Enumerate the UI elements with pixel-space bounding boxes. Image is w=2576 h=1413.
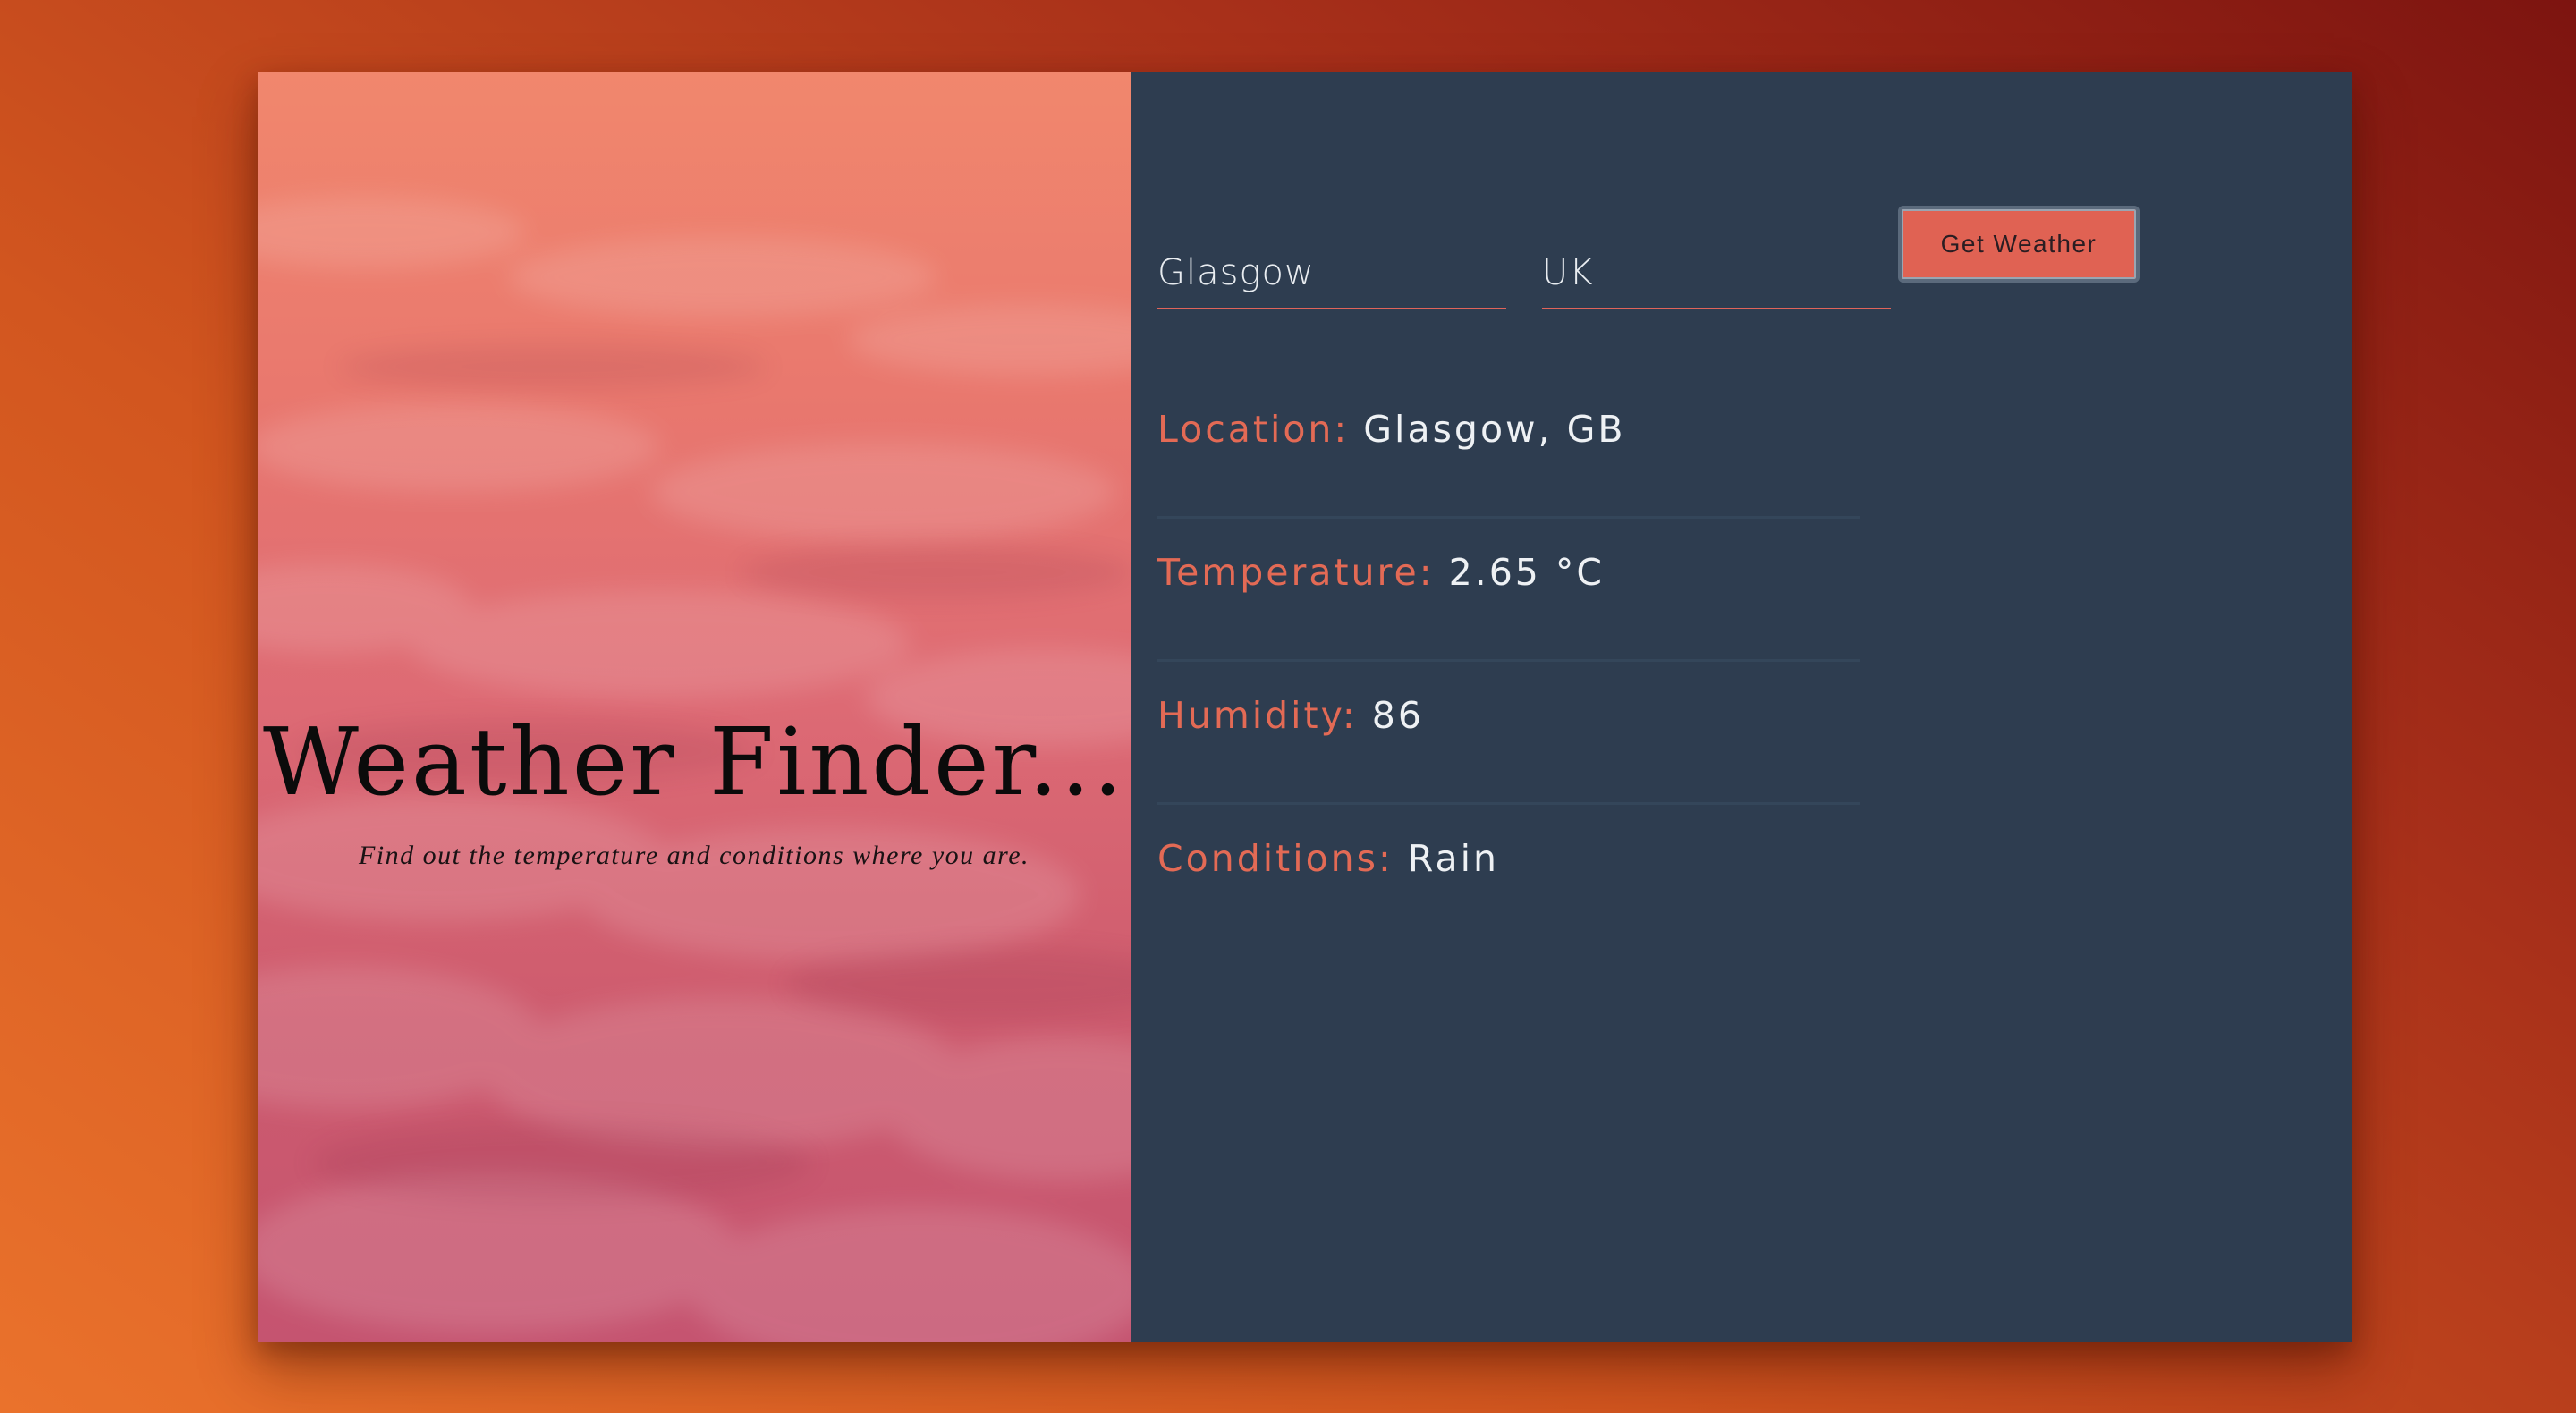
page-title: Weather Finder... [262,707,1126,816]
humidity-row: Humidity: 86 [1157,662,1860,805]
location-label: Location: [1157,408,1350,451]
hero-text: Weather Finder... Find out the temperatu… [258,708,1131,871]
country-input[interactable] [1542,247,1891,309]
temperature-label: Temperature: [1157,551,1435,594]
weather-panel: Get Weather Location: Glasgow, GB Temper… [1131,72,2352,1342]
temperature-value: 2.65 °C [1448,551,1606,594]
humidity-value: 86 [1371,694,1424,737]
location-row: Location: Glasgow, GB [1157,376,1860,519]
humidity-label: Humidity: [1157,694,1358,737]
location-value: Glasgow, GB [1363,408,1626,451]
city-input[interactable] [1157,247,1506,309]
conditions-value: Rain [1407,837,1499,880]
conditions-label: Conditions: [1157,837,1394,880]
hero-panel: Weather Finder... Find out the temperatu… [258,72,1131,1342]
temperature-row: Temperature: 2.65 °C [1157,519,1860,662]
page-subtitle: Find out the temperature and conditions … [358,841,1030,870]
get-weather-button[interactable]: Get Weather [1898,206,2140,283]
conditions-row: Conditions: Rain [1157,805,1860,948]
weather-form [1157,247,1927,309]
weather-card: Weather Finder... Find out the temperatu… [258,72,2352,1342]
weather-results: Location: Glasgow, GB Temperature: 2.65 … [1157,376,1860,948]
